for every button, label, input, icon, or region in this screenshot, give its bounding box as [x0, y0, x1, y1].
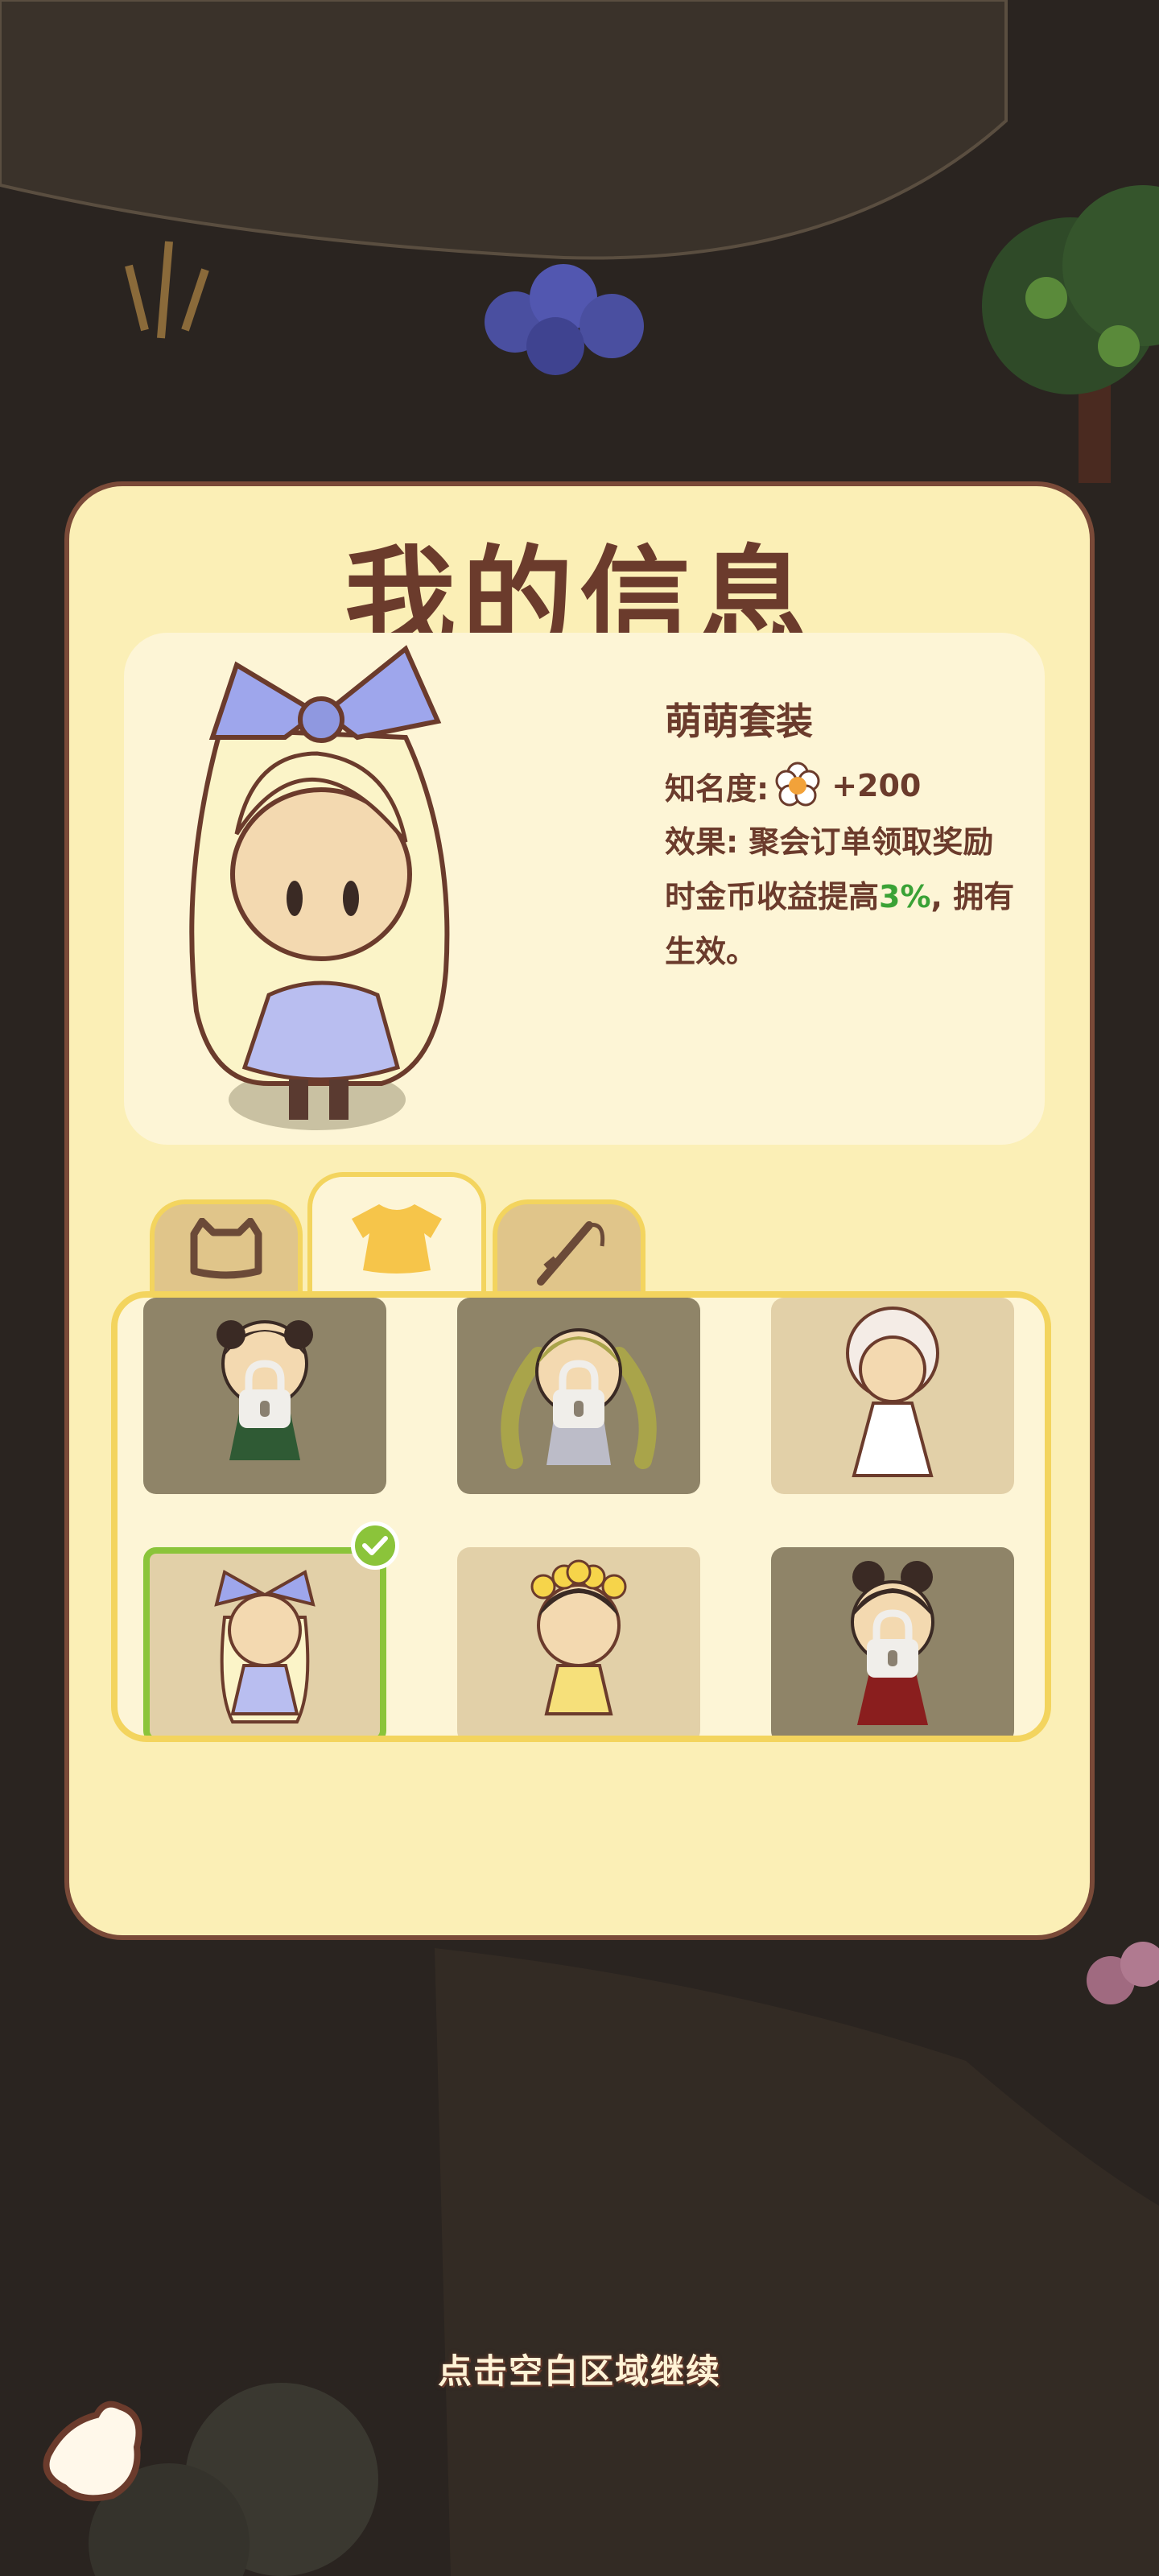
- white-bride-character-icon: [846, 1307, 939, 1477]
- lock-icon: [239, 1360, 291, 1428]
- fame-value: +200: [831, 768, 922, 803]
- tab-pets[interactable]: [150, 1199, 303, 1296]
- fame-label: 知名度:: [665, 770, 769, 807]
- character-avatar: [189, 645, 450, 1130]
- cat-head-icon: [190, 1218, 262, 1279]
- selected-check-icon: [351, 1521, 399, 1570]
- back-hand-icon[interactable]: [32, 2391, 153, 2512]
- outfit-card[interactable]: [143, 1298, 386, 1494]
- blue-bow-character-icon: [214, 1569, 316, 1724]
- outfit-grid: [111, 1291, 1051, 1742]
- flower-icon: [775, 762, 820, 807]
- outfit-card[interactable]: [771, 1547, 1014, 1736]
- outfit-card-selected[interactable]: [143, 1547, 386, 1736]
- outfit-info-card: 萌萌套装 知名度: +200 效果: 聚会订单领取奖励时金币收益提高3%, 拥有…: [124, 633, 1045, 1145]
- tap-to-continue-hint[interactable]: 点击空白区域继续: [0, 2344, 1159, 2393]
- effect-text: 效果: 聚会订单领取奖励时金币收益提高3%, 拥有生效。: [665, 815, 1019, 979]
- tab-outfits[interactable]: [307, 1172, 486, 1296]
- tab-tools[interactable]: [493, 1199, 645, 1296]
- fishing-rod-icon: [537, 1221, 605, 1286]
- outfit-card[interactable]: [771, 1298, 1014, 1494]
- lock-icon: [867, 1609, 918, 1678]
- fame-row: 知名度: +200: [665, 762, 921, 810]
- info-modal: 我的信息 萌萌套装 知名度: +200 效果: 聚会订单领取奖励时金币收益提高3…: [64, 481, 1095, 1940]
- yellow-flower-character-icon: [530, 1559, 627, 1715]
- outfit-name: 萌萌套装: [665, 700, 813, 743]
- effect-bonus: 3%: [879, 879, 931, 914]
- outfit-card[interactable]: [457, 1547, 700, 1736]
- dress-icon: [352, 1204, 442, 1274]
- lock-icon: [553, 1360, 604, 1428]
- outfit-card[interactable]: [457, 1298, 700, 1494]
